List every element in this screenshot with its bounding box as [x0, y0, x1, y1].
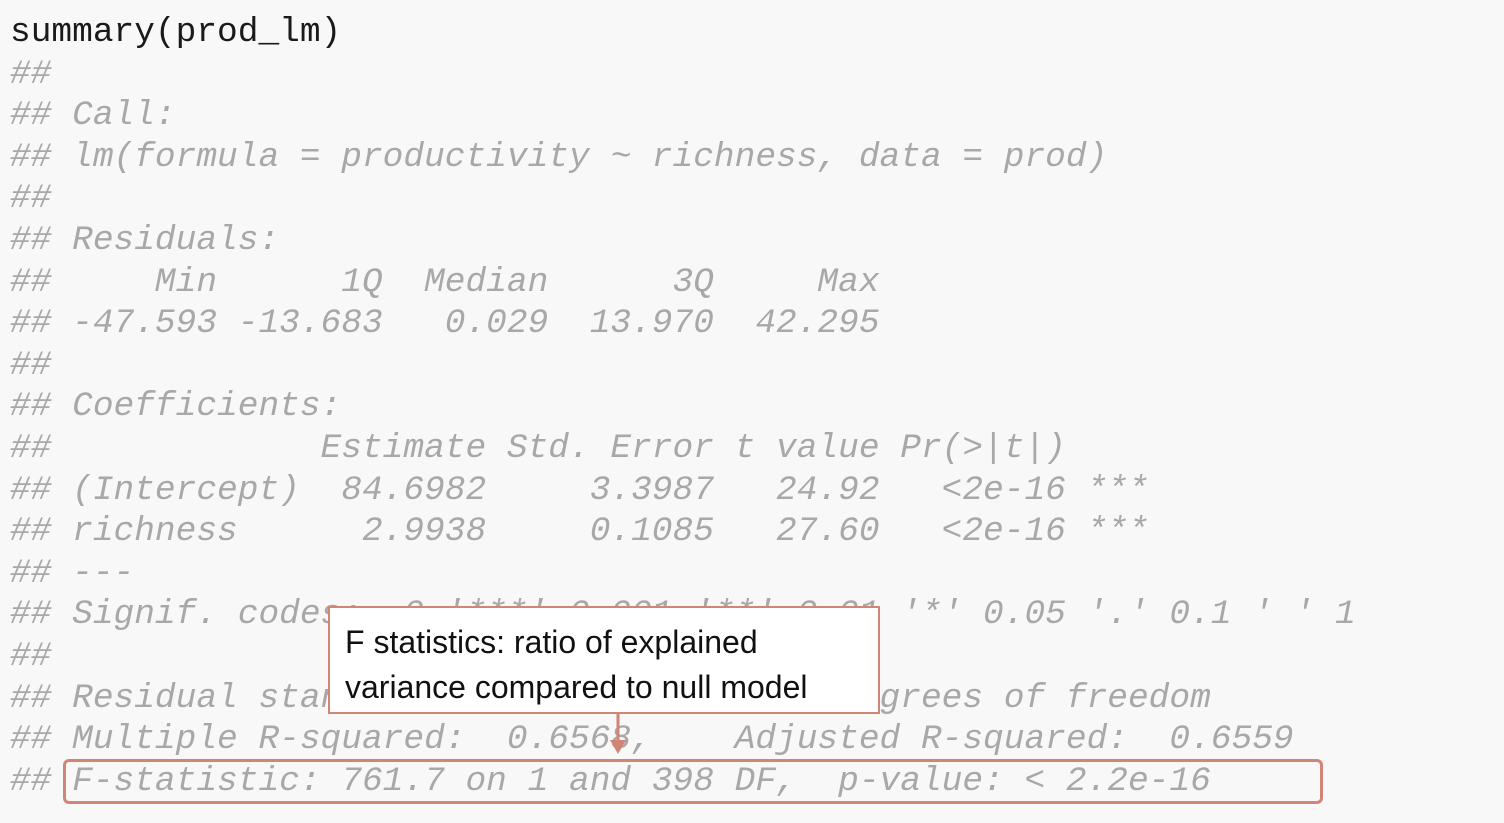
output-line: ## --- [10, 553, 135, 593]
f-statistic-highlight-box [63, 759, 1323, 804]
r-command: summary(prod_lm) [10, 13, 342, 52]
slide: summary(prod_lm) ## ## Call: ## lm(formula … [0, 0, 1504, 823]
output-line: ## Estimate Std. Error t value Pr(>|t|) [10, 428, 1066, 468]
f-statistic-callout: F statistics: ratio of explained varianc… [328, 606, 880, 714]
output-line: ## Call: [10, 96, 176, 136]
output-line: ## Min 1Q Median 3Q Max [10, 262, 880, 302]
output-line: ## -47.593 -13.683 0.029 13.970 42.295 [10, 304, 880, 344]
output-line: ## [10, 54, 52, 94]
output-line: ## richness 2.9938 0.1085 27.60 <2e-16 *… [10, 512, 1149, 552]
output-line: ## [10, 345, 52, 385]
output-line: ## Coefficients: [10, 387, 342, 427]
output-line: ## lm(formula = productivity ~ richness,… [10, 137, 1108, 177]
callout-arrow [610, 712, 626, 754]
output-line: ## (Intercept) 84.6982 3.3987 24.92 <2e-… [10, 470, 1149, 510]
output-line: ## Multiple R-squared: 0.6568, Adjusted … [10, 720, 1294, 760]
output-line: ## Residuals: [10, 220, 280, 260]
callout-text-line-2: variance compared to null model [345, 669, 808, 705]
callout-text-line-1: F statistics: ratio of explained [345, 624, 758, 660]
output-line: ## [10, 179, 52, 219]
